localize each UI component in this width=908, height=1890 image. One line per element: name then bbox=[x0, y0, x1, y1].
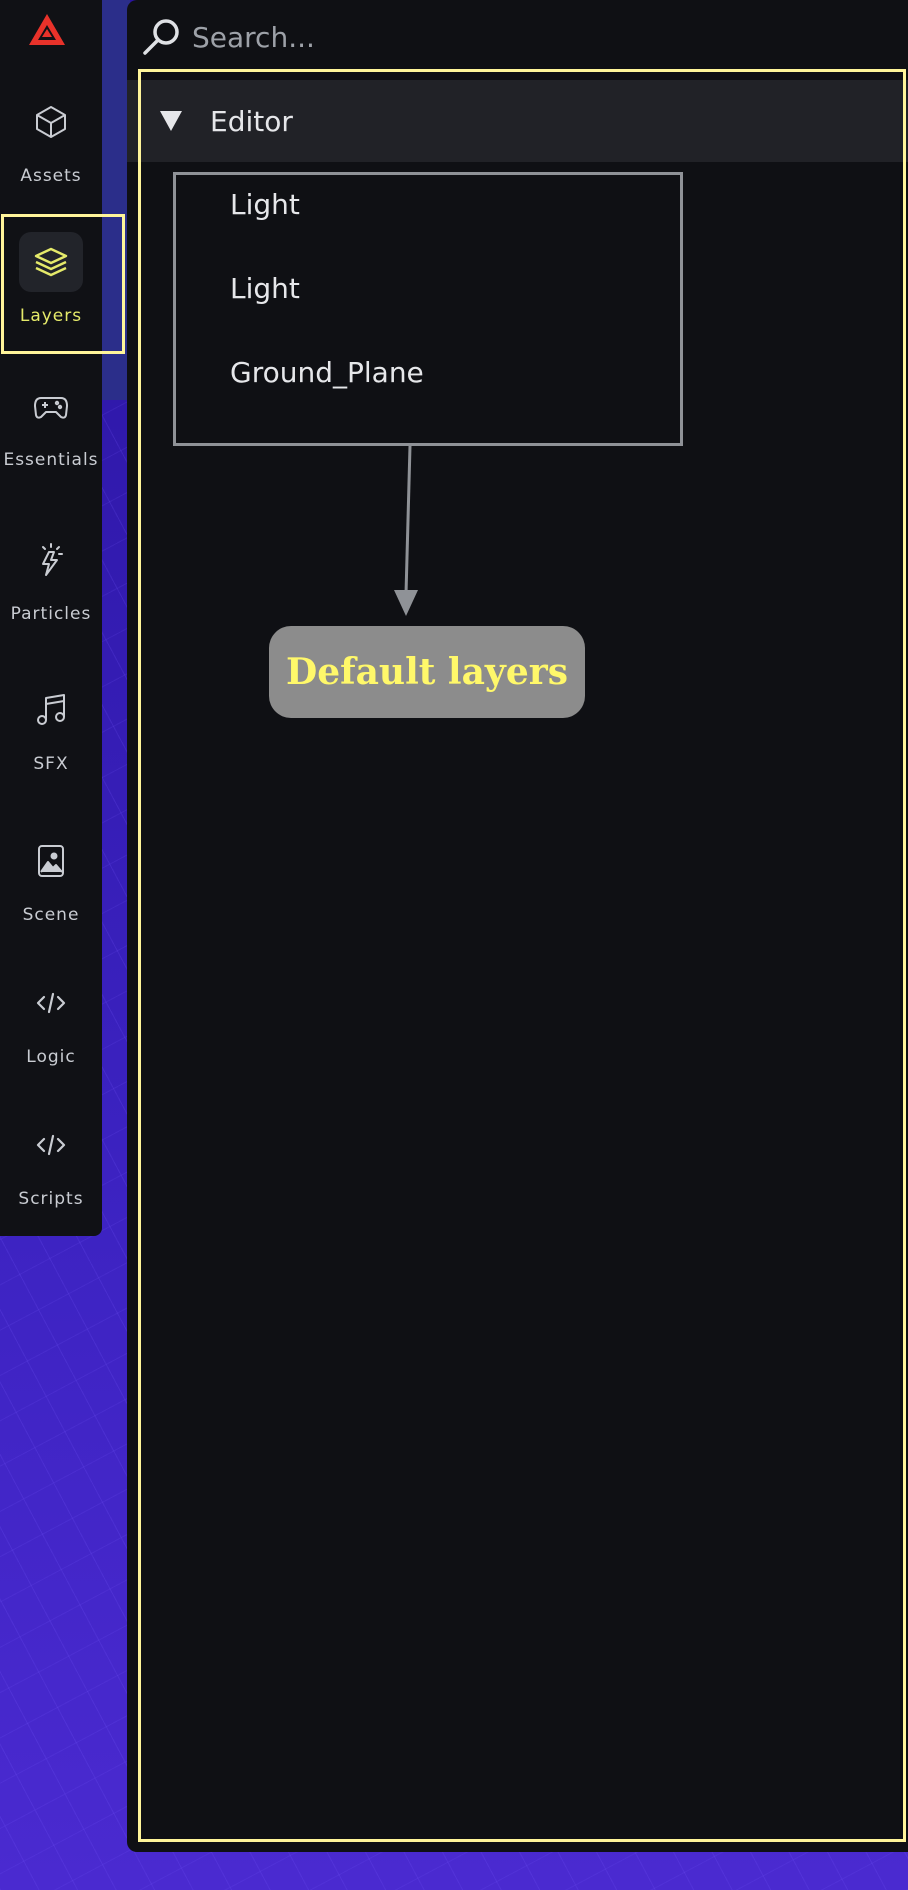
search-input[interactable] bbox=[190, 19, 794, 55]
sidebar-item-scripts[interactable]: Scripts bbox=[0, 1115, 102, 1209]
layer-item[interactable]: Light bbox=[230, 272, 300, 305]
sidebar-item-particles[interactable]: Particles bbox=[0, 530, 102, 624]
image-icon bbox=[19, 831, 83, 891]
annotation-callout: Default layers bbox=[269, 626, 585, 718]
default-layers-group: Light Light Ground_Plane bbox=[173, 172, 683, 446]
app-logo-icon[interactable] bbox=[27, 12, 67, 48]
layer-item[interactable]: Light bbox=[230, 188, 300, 221]
caret-down-icon[interactable] bbox=[160, 111, 182, 131]
sidebar-item-essentials[interactable]: Essentials bbox=[0, 376, 102, 470]
code-icon bbox=[19, 973, 83, 1033]
sidebar-item-label: Scripts bbox=[18, 1189, 84, 1209]
code-icon bbox=[19, 1115, 83, 1175]
annotation-arrow bbox=[394, 445, 418, 616]
search-icon bbox=[143, 19, 179, 55]
editor-section-header[interactable]: Editor bbox=[127, 80, 908, 162]
search-bar bbox=[140, 14, 840, 60]
sidebar-item-label: SFX bbox=[33, 754, 69, 774]
sidebar-item-label: Essentials bbox=[3, 450, 99, 470]
layers-tab-highlight bbox=[1, 214, 125, 354]
sidebar-item-label: Scene bbox=[22, 905, 80, 925]
sidebar-item-sfx[interactable]: SFX bbox=[0, 680, 102, 774]
sidebar-item-assets[interactable]: Assets bbox=[0, 92, 102, 186]
sidebar-item-label: Particles bbox=[10, 604, 92, 624]
sidebar-item-scene[interactable]: Scene bbox=[0, 831, 102, 925]
sidebar-item-label: Assets bbox=[20, 166, 82, 186]
music-note-icon bbox=[19, 680, 83, 740]
sparkle-bolt-icon bbox=[19, 530, 83, 590]
layer-item[interactable]: Ground_Plane bbox=[230, 356, 424, 389]
sidebar: Assets Layers Essentials Particles SFX S… bbox=[0, 0, 102, 1236]
gamepad-icon bbox=[19, 376, 83, 436]
sidebar-item-logic[interactable]: Logic bbox=[0, 973, 102, 1067]
sidebar-item-label: Logic bbox=[26, 1047, 76, 1067]
section-title: Editor bbox=[210, 104, 293, 138]
cube-icon bbox=[19, 92, 83, 152]
